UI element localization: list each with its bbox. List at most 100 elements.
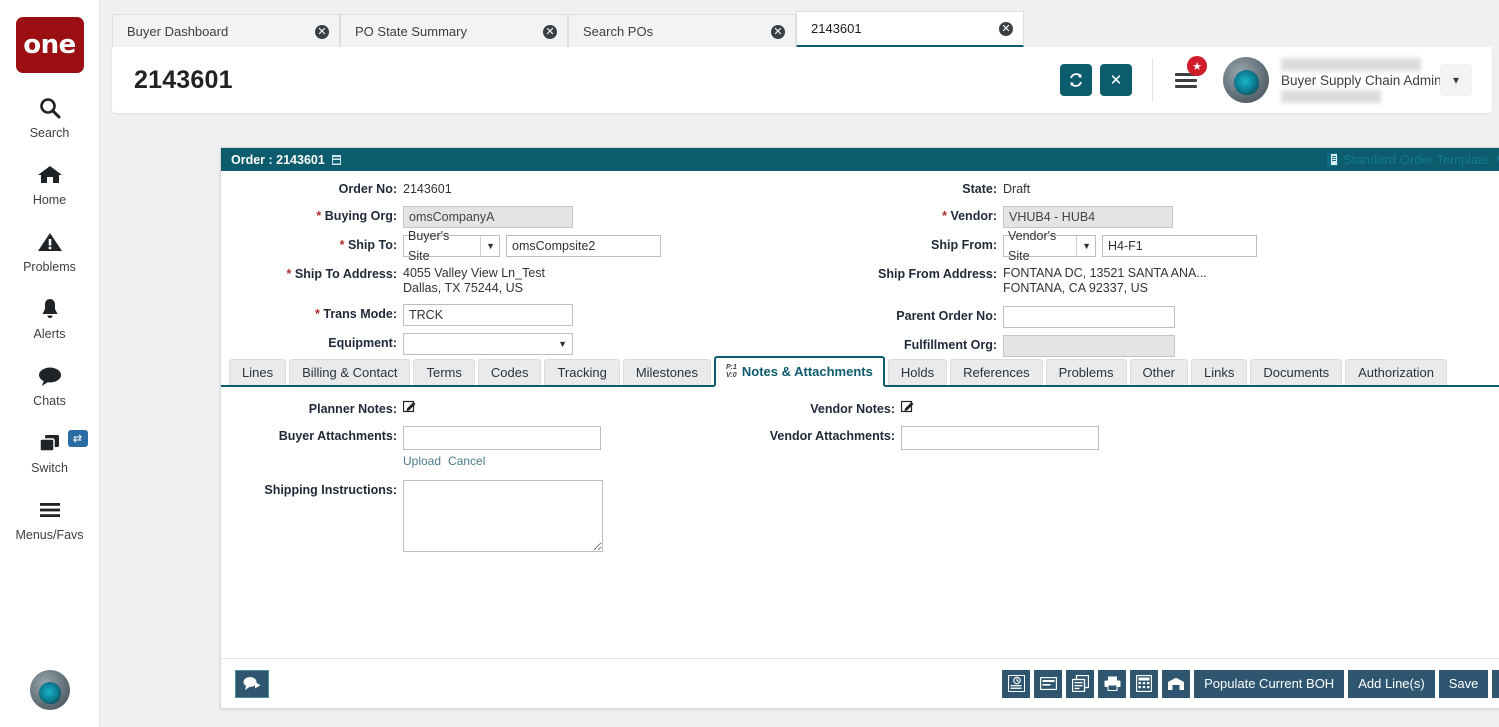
calculator-icon[interactable] <box>1130 670 1158 698</box>
workspace-tab-2143601[interactable]: 2143601 ✕ <box>796 11 1024 48</box>
vendor-input[interactable] <box>1003 206 1173 228</box>
parent-order-no-input[interactable] <box>1003 306 1175 328</box>
field-label: Equipment: <box>221 333 403 353</box>
buyer-attachments-input[interactable] <box>403 426 601 450</box>
field-ship-to-address: * Ship To Address: 4055 Valley View Ln_T… <box>221 264 821 296</box>
page-header: 2143601 ✕ ★ Buyer Supply Chain Admin ▾ <box>112 47 1492 113</box>
cancel-link[interactable]: Cancel <box>448 454 485 468</box>
tab-references[interactable]: References <box>950 359 1042 385</box>
warehouse-icon[interactable] <box>1162 670 1190 698</box>
field-label: Parent Order No: <box>821 306 1003 326</box>
panel-titlebar: Order : 2143601 Standard Order Template … <box>221 148 1499 171</box>
favorites-star-badge[interactable]: ★ <box>1187 56 1207 76</box>
save-button[interactable]: Save <box>1439 670 1489 698</box>
notes-attachments-panel: Planner Notes: Buyer Attachments: Upload… <box>221 387 1499 651</box>
card-view-icon[interactable] <box>1034 670 1062 698</box>
field-label: State: <box>821 179 1003 199</box>
status-badge: Draft <box>1003 179 1030 199</box>
sidebar-item-problems[interactable]: Problems <box>0 227 100 274</box>
fulfillment-org-input[interactable] <box>1003 335 1175 357</box>
tab-holds[interactable]: Holds <box>888 359 947 385</box>
tab-terms[interactable]: Terms <box>413 359 474 385</box>
rail-avatar[interactable] <box>30 670 70 710</box>
sidebar-item-menus-favs[interactable]: Menus/Favs <box>0 495 100 542</box>
field-label-text: Trans Mode: <box>323 307 397 321</box>
order-template-select[interactable]: Standard Order Template ▼ <box>1327 152 1499 167</box>
close-icon[interactable]: ✕ <box>315 25 329 39</box>
close-icon[interactable]: ✕ <box>543 25 557 39</box>
field-label: Fulfillment Org: <box>821 335 1003 355</box>
menus-favorites-button[interactable]: ★ <box>1167 63 1205 97</box>
close-icon[interactable]: ✕ <box>771 25 785 39</box>
buying-org-input[interactable] <box>403 206 573 228</box>
sidebar-item-search[interactable]: Search <box>0 93 100 140</box>
copy-icon[interactable] <box>1066 670 1094 698</box>
tab-codes[interactable]: Codes <box>478 359 542 385</box>
sidebar-item-label: Problems <box>23 260 76 274</box>
tab-label: Tracking <box>557 365 606 380</box>
close-page-button[interactable]: ✕ <box>1100 64 1132 96</box>
windows-stack-icon <box>36 428 64 458</box>
panel-title-right: Standard Order Template ▼ ✖ <box>1327 152 1499 168</box>
planner-notes-edit-icon[interactable] <box>403 399 417 419</box>
sidebar-item-label: Search <box>30 126 70 140</box>
address-line-1: 4055 Valley View Ln_Test <box>403 266 545 281</box>
required-marker: * <box>315 307 320 321</box>
audit-history-icon[interactable] <box>1002 670 1030 698</box>
brand-logo[interactable]: one <box>16 17 84 73</box>
planner-note-count: P:1 <box>726 364 737 372</box>
sidebar-item-alerts[interactable]: Alerts <box>0 294 100 341</box>
user-role-label: Buyer Supply Chain Admin <box>1281 73 1442 88</box>
tab-notes-attachments[interactable]: P:1 V:0 Notes & Attachments <box>714 356 885 387</box>
refresh-button[interactable] <box>1060 64 1092 96</box>
workspace-tab-label: Search POs <box>583 24 771 39</box>
tab-other[interactable]: Other <box>1130 359 1189 385</box>
populate-current-boh-button[interactable]: Populate Current BOH <box>1194 670 1344 698</box>
vendor-notes-edit-icon[interactable] <box>901 399 915 419</box>
sidebar-item-chats[interactable]: Chats <box>0 361 100 408</box>
ship-to-site-input[interactable] <box>506 235 661 257</box>
sidebar-item-home[interactable]: Home <box>0 160 100 207</box>
actions-button[interactable]: Actions ▾ <box>1492 670 1499 698</box>
shipping-instructions-textarea[interactable] <box>403 480 603 552</box>
tab-label: Milestones <box>636 365 698 380</box>
tab-links[interactable]: Links <box>1191 359 1247 385</box>
home-icon <box>37 160 63 190</box>
close-icon[interactable]: ✕ <box>999 22 1013 36</box>
field-label: * Buying Org: <box>221 206 403 226</box>
chat-send-icon[interactable] <box>235 670 269 698</box>
field-value: 2143601 <box>403 179 452 199</box>
tab-billing-contact[interactable]: Billing & Contact <box>289 359 410 385</box>
ship-to-type-select[interactable]: Buyer's Site ▼ <box>403 235 500 257</box>
upload-link[interactable]: Upload <box>403 454 441 468</box>
tab-milestones[interactable]: Milestones <box>623 359 711 385</box>
field-vendor: * Vendor: <box>821 206 1421 228</box>
add-lines-button[interactable]: Add Line(s) <box>1348 670 1434 698</box>
user-menu-caret[interactable]: ▾ <box>1440 64 1472 96</box>
tab-authorization[interactable]: Authorization <box>1345 359 1447 385</box>
order-template-label: Standard Order Template <box>1343 152 1489 167</box>
tab-tracking[interactable]: Tracking <box>544 359 619 385</box>
ship-from-type-select[interactable]: Vendor's Site ▼ <box>1003 235 1096 257</box>
equipment-select[interactable]: ▼ <box>403 333 573 355</box>
field-vendor-notes: Vendor Notes: <box>719 399 1319 419</box>
tab-documents[interactable]: Documents <box>1250 359 1342 385</box>
vendor-attachments-input[interactable] <box>901 426 1099 450</box>
sidebar-item-switch[interactable]: ⇄ Switch <box>0 428 100 475</box>
workspace-tab-po-state-summary[interactable]: PO State Summary ✕ <box>340 14 568 48</box>
trans-mode-input[interactable] <box>403 304 573 326</box>
avatar[interactable] <box>1223 57 1269 103</box>
switch-badge-icon[interactable]: ⇄ <box>68 430 88 447</box>
print-icon[interactable] <box>1098 670 1126 698</box>
ship-from-site-input[interactable] <box>1102 235 1257 257</box>
workspace-tab-search-pos[interactable]: Search POs ✕ <box>568 14 796 48</box>
sidebar-item-label: Menus/Favs <box>15 528 83 542</box>
refresh-icon <box>1068 72 1084 88</box>
address-line-1: FONTANA DC, 13521 SANTA ANA... <box>1003 266 1207 281</box>
field-ship-from-address: Ship From Address: FONTANA DC, 13521 SAN… <box>821 264 1421 296</box>
workspace-tab-buyer-dashboard[interactable]: Buyer Dashboard ✕ <box>112 14 340 48</box>
field-label: Vendor Attachments: <box>719 426 901 446</box>
panel-title-doc-icon[interactable] <box>331 154 342 166</box>
tab-problems[interactable]: Problems <box>1046 359 1127 385</box>
tab-lines[interactable]: Lines <box>229 359 286 385</box>
